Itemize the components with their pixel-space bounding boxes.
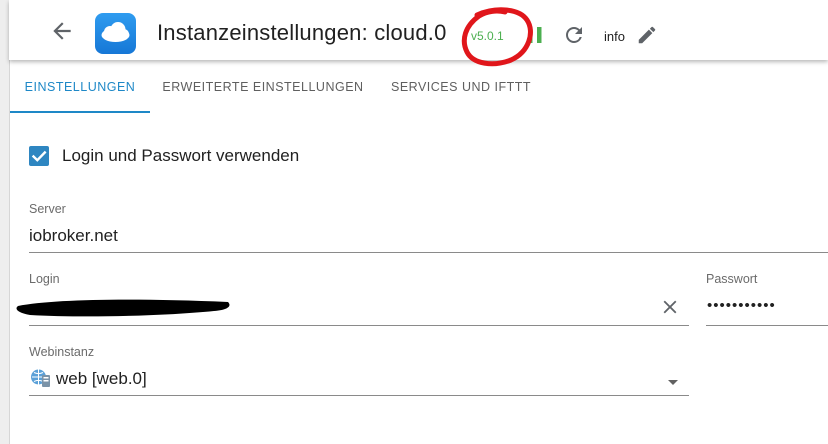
login-underline	[29, 325, 689, 326]
web-adapter-icon	[30, 367, 52, 389]
cloud-icon	[101, 22, 130, 42]
close-icon	[663, 300, 677, 314]
version-badge: v5.0.1	[471, 29, 504, 43]
pause-button[interactable]	[525, 24, 545, 46]
cloud-adapter-logo	[95, 13, 136, 54]
dropdown-arrow-icon	[666, 374, 680, 385]
tab-einstellungen[interactable]: EINSTELLUNGEN	[10, 62, 150, 112]
clear-login-button[interactable]	[659, 296, 681, 318]
password-input[interactable]: •••••••••••	[707, 297, 776, 314]
server-label: Server	[29, 202, 66, 216]
server-input[interactable]: iobroker.net	[29, 226, 118, 246]
page-title: Instanzeinstellungen: cloud.0	[157, 20, 447, 45]
back-button[interactable]	[49, 18, 75, 44]
webinstance-label: Webinstanz	[29, 345, 95, 359]
login-label: Login	[29, 272, 60, 286]
instance-settings-page: Instanzeinstellungen: cloud.0 v5.0.1 inf…	[0, 0, 828, 444]
left-gutter	[0, 0, 9, 444]
webinstance-value: web [web.0]	[56, 369, 147, 388]
edit-button[interactable]	[636, 24, 658, 46]
password-underline	[706, 325, 828, 326]
server-underline	[29, 252, 828, 253]
use-login-label: Login und Passwort verwenden	[62, 146, 300, 165]
reload-icon	[566, 27, 582, 43]
tab-erweiterte-einstellungen[interactable]: ERWEITERTE EINSTELLUNGEN	[158, 62, 368, 112]
info-label: info	[604, 29, 625, 44]
check-icon	[31, 150, 47, 162]
pencil-icon	[638, 26, 656, 44]
pause-icon	[528, 27, 542, 43]
app-header: Instanzeinstellungen: cloud.0 v5.0.1 inf…	[9, 0, 828, 67]
password-label: Passwort	[706, 272, 758, 286]
tab-services-und-ifttt[interactable]: SERVICES UND IFTTT	[386, 62, 536, 112]
use-login-checkbox[interactable]	[29, 146, 49, 166]
login-input[interactable]	[29, 296, 629, 320]
reload-button[interactable]	[562, 23, 586, 47]
settings-tabs: EINSTELLUNGEN ERWEITERTE EINSTELLUNGEN S…	[10, 62, 828, 114]
content-frame-border	[9, 60, 10, 444]
webinstance-underline	[29, 395, 689, 396]
arrow-back-icon	[53, 22, 71, 40]
active-tab-indicator	[10, 111, 150, 113]
